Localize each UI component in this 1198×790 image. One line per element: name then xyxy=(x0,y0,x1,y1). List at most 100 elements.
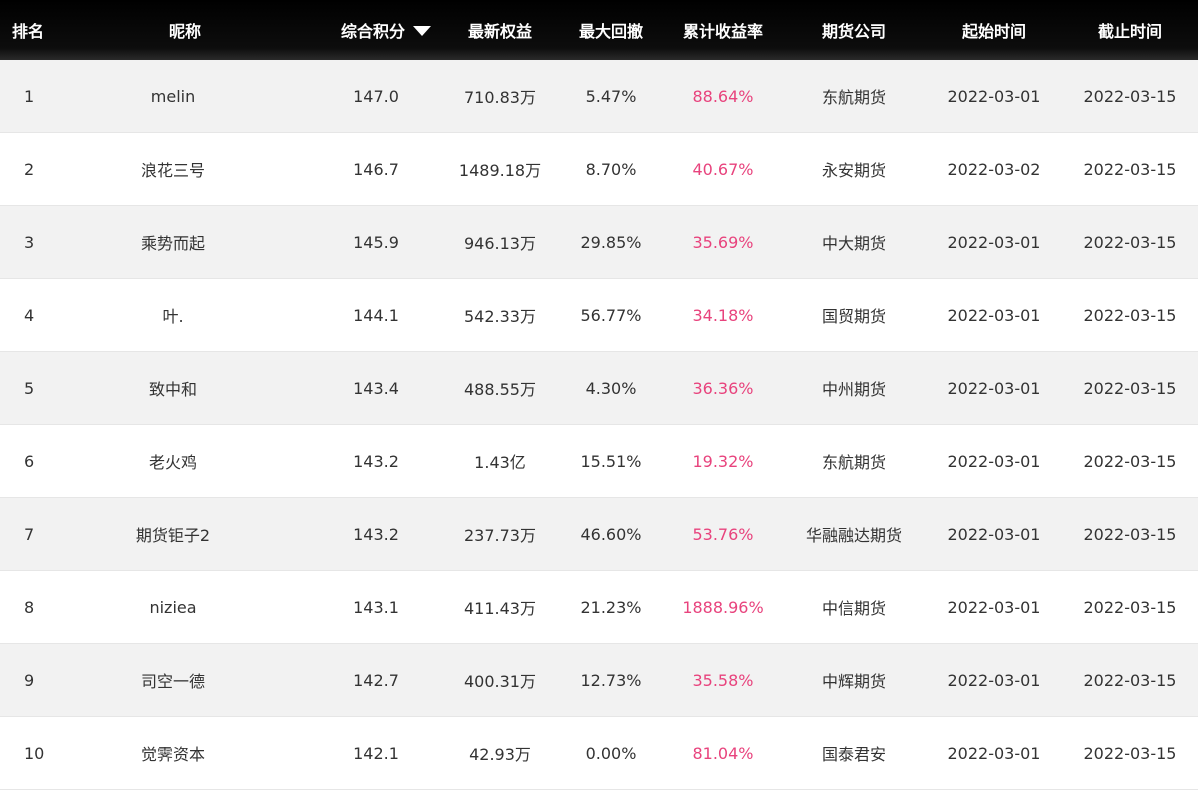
header-nickname: 昵称 xyxy=(168,22,201,41)
cell-equity: 710.83万 xyxy=(464,88,536,107)
cell-drawdown: 15.51% xyxy=(580,451,642,471)
cell-equity: 42.93万 xyxy=(469,745,531,764)
cell-end: 2022-03-15 xyxy=(1083,597,1177,617)
header-equity: 最新权益 xyxy=(467,22,532,41)
cell-rank: 7 xyxy=(24,524,35,544)
cell-end: 2022-03-15 xyxy=(1083,232,1177,252)
cell-start: 2022-03-01 xyxy=(947,451,1041,471)
header-score-sort[interactable]: 综合积分 xyxy=(310,0,442,60)
table-row: 9 司空一德 142.7 400.31万 12.73% 35.58% 中辉期货 … xyxy=(0,644,1198,717)
cell-rank: 9 xyxy=(24,670,35,690)
cell-rank: 4 xyxy=(24,305,35,325)
cell-start: 2022-03-01 xyxy=(947,232,1041,252)
cell-nickname: 致中和 xyxy=(148,380,197,399)
cell-equity: 488.55万 xyxy=(464,380,536,399)
cell-nickname: niziea xyxy=(149,597,197,617)
cell-score: 143.2 xyxy=(353,524,399,544)
table-row: 2 浪花三号 146.7 1489.18万 8.70% 40.67% 永安期货 … xyxy=(0,133,1198,206)
cell-start: 2022-03-02 xyxy=(947,159,1041,179)
cell-return: 40.67% xyxy=(692,159,754,179)
cell-company: 国贸期货 xyxy=(821,307,886,326)
cell-equity: 1489.18万 xyxy=(458,161,542,180)
cell-start: 2022-03-01 xyxy=(947,378,1041,398)
cell-return: 34.18% xyxy=(692,305,754,325)
cell-company: 东航期货 xyxy=(821,453,886,472)
cell-company: 东航期货 xyxy=(821,88,886,107)
cell-drawdown: 0.00% xyxy=(585,743,637,763)
table-row: 4 叶. 144.1 542.33万 56.77% 34.18% 国贸期货 20… xyxy=(0,279,1198,352)
cell-score: 145.9 xyxy=(353,232,399,252)
cell-end: 2022-03-15 xyxy=(1083,86,1177,106)
cell-equity: 542.33万 xyxy=(464,307,536,326)
cell-score: 143.2 xyxy=(353,451,399,471)
cell-start: 2022-03-01 xyxy=(947,305,1041,325)
table-row: 10 觉霁资本 142.1 42.93万 0.00% 81.04% 国泰君安 2… xyxy=(0,717,1198,790)
cell-score: 142.7 xyxy=(353,670,399,690)
cell-equity: 946.13万 xyxy=(464,234,536,253)
cell-return: 1888.96% xyxy=(682,597,764,617)
cell-score: 144.1 xyxy=(353,305,399,325)
cell-return: 88.64% xyxy=(692,86,754,106)
cell-score: 147.0 xyxy=(353,86,399,106)
cell-end: 2022-03-15 xyxy=(1083,524,1177,544)
cell-score: 142.1 xyxy=(353,743,399,763)
cell-drawdown: 29.85% xyxy=(580,232,642,252)
cell-rank: 8 xyxy=(24,597,35,617)
header-rank: 排名 xyxy=(12,22,45,41)
cell-equity: 237.73万 xyxy=(464,526,536,545)
cell-company: 永安期货 xyxy=(821,161,886,180)
cell-equity: 411.43万 xyxy=(464,599,536,618)
table-row: 5 致中和 143.4 488.55万 4.30% 36.36% 中州期货 20… xyxy=(0,352,1198,425)
cell-rank: 1 xyxy=(24,86,35,106)
cell-end: 2022-03-15 xyxy=(1083,451,1177,471)
cell-return: 35.58% xyxy=(692,670,754,690)
cell-drawdown: 21.23% xyxy=(580,597,642,617)
cell-start: 2022-03-01 xyxy=(947,670,1041,690)
header-start: 起始时间 xyxy=(961,22,1026,41)
header-drawdown: 最大回撤 xyxy=(578,22,643,41)
cell-company: 中大期货 xyxy=(821,234,886,253)
cell-company: 中辉期货 xyxy=(821,672,886,691)
cell-return: 53.76% xyxy=(692,524,754,544)
cell-drawdown: 8.70% xyxy=(585,159,637,179)
cell-end: 2022-03-15 xyxy=(1083,378,1177,398)
table-row: 7 期货钜子2 143.2 237.73万 46.60% 53.76% 华融融达… xyxy=(0,498,1198,571)
cell-nickname: 觉霁资本 xyxy=(140,745,205,764)
cell-drawdown: 5.47% xyxy=(585,86,637,106)
cell-rank: 3 xyxy=(24,232,35,252)
table-row: 3 乘势而起 145.9 946.13万 29.85% 35.69% 中大期货 … xyxy=(0,206,1198,279)
cell-equity: 1.43亿 xyxy=(474,453,526,472)
cell-equity: 400.31万 xyxy=(464,672,536,691)
cell-end: 2022-03-15 xyxy=(1083,670,1177,690)
cell-start: 2022-03-01 xyxy=(947,86,1041,106)
cell-nickname: 老火鸡 xyxy=(148,453,197,472)
cell-nickname: 期货钜子2 xyxy=(135,526,211,545)
cell-nickname: 司空一德 xyxy=(140,672,205,691)
cell-drawdown: 56.77% xyxy=(580,305,642,325)
cell-rank: 5 xyxy=(24,378,35,398)
cell-return: 35.69% xyxy=(692,232,754,252)
cell-end: 2022-03-15 xyxy=(1083,305,1177,325)
table-body: 1 melin 147.0 710.83万 5.47% 88.64% 东航期货 … xyxy=(0,60,1198,790)
cell-company: 中信期货 xyxy=(821,599,886,618)
table-row: 6 老火鸡 143.2 1.43亿 15.51% 19.32% 东航期货 202… xyxy=(0,425,1198,498)
cell-return: 81.04% xyxy=(692,743,754,763)
cell-end: 2022-03-15 xyxy=(1083,159,1177,179)
cell-end: 2022-03-15 xyxy=(1083,743,1177,763)
cell-drawdown: 46.60% xyxy=(580,524,642,544)
cell-score: 146.7 xyxy=(353,159,399,179)
cell-start: 2022-03-01 xyxy=(947,743,1041,763)
ranking-table: 排名 昵称 综合积分 最新权益 最大回撤 累计收益率 期货公司 起始时间 截止时… xyxy=(0,0,1198,790)
header-return: 累计收益率 xyxy=(682,22,763,41)
cell-rank: 6 xyxy=(24,451,35,471)
table-header: 排名 昵称 综合积分 最新权益 最大回撤 累计收益率 期货公司 起始时间 截止时… xyxy=(0,0,1198,60)
cell-nickname: 叶. xyxy=(162,307,184,326)
cell-score: 143.1 xyxy=(353,597,399,617)
cell-company: 中州期货 xyxy=(821,380,886,399)
header-score-label: 综合积分 xyxy=(340,22,405,41)
caret-down-icon[interactable] xyxy=(413,25,431,36)
cell-start: 2022-03-01 xyxy=(947,597,1041,617)
cell-nickname: 乘势而起 xyxy=(140,234,205,253)
cell-company: 国泰君安 xyxy=(821,745,886,764)
table-row: 8 niziea 143.1 411.43万 21.23% 1888.96% 中… xyxy=(0,571,1198,644)
